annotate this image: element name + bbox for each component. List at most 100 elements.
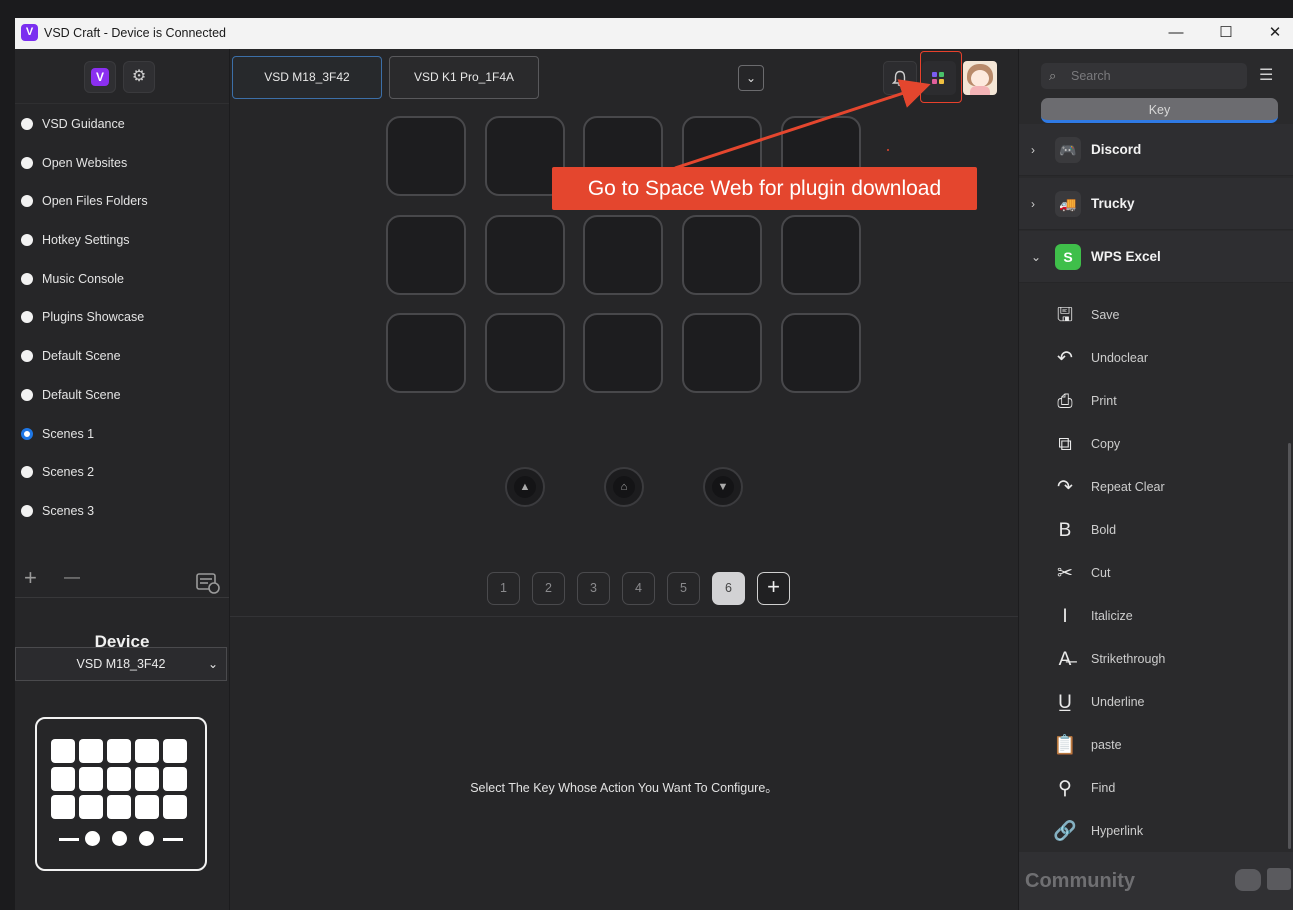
action-bold[interactable]: B Bold [1019, 509, 1293, 552]
page-up-knob[interactable]: ▲ [505, 467, 545, 507]
action-undoclear[interactable]: ↶ Undoclear [1019, 337, 1293, 380]
action-repeat-clear[interactable]: ↷ Repeat Clear [1019, 466, 1293, 509]
page-down-knob[interactable]: ▼ [703, 467, 743, 507]
home-knob[interactable]: ⌂ [604, 467, 644, 507]
scene-radio[interactable] [21, 427, 33, 440]
trucky-icon: 🚚 [1055, 191, 1081, 217]
tab-key[interactable]: Key [1041, 98, 1278, 123]
list-view-icon[interactable]: ☰ [1259, 65, 1273, 85]
scene-item[interactable]: Plugins Showcase [15, 298, 229, 337]
notification-button[interactable] [883, 61, 917, 95]
close-button[interactable]: ✕ [1263, 23, 1287, 43]
vsd-logo-icon: V [91, 68, 109, 86]
preview-key [79, 795, 103, 819]
minimize-button[interactable]: — [1164, 23, 1188, 43]
action-strikethrough[interactable]: A̶ Strikethrough [1019, 638, 1293, 681]
scene-item[interactable]: Open Websites [15, 144, 229, 183]
scene-radio[interactable] [21, 388, 33, 401]
category-wps-excel[interactable]: ⌄ S WPS Excel [1019, 231, 1293, 283]
action-print[interactable]: ⎙ Print [1019, 380, 1293, 423]
scene-radio[interactable] [21, 466, 33, 479]
action-save[interactable]: 🖫 Save [1019, 294, 1293, 337]
scene-label: Open Files Folders [42, 194, 148, 209]
app-window: V VSD Craft - Device is Connected — ☐ ✕ … [15, 18, 1293, 910]
device-select[interactable]: VSD M18_3F42 ⌄ [15, 647, 227, 681]
page-button-5[interactable]: 5 [667, 572, 700, 605]
vsd-home-button[interactable]: V [84, 61, 116, 93]
page-button-2[interactable]: 2 [532, 572, 565, 605]
action-hyperlink[interactable]: 🔗 Hyperlink [1019, 810, 1293, 853]
scene-item[interactable]: VSD Guidance [15, 105, 229, 144]
add-page-button[interactable]: + [757, 572, 790, 605]
scene-item[interactable]: Scenes 1 [15, 415, 229, 454]
key-slot[interactable] [485, 313, 565, 393]
community-footer[interactable]: Community [1019, 852, 1293, 910]
scene-item[interactable]: Music Console [15, 260, 229, 299]
page-button-3[interactable]: 3 [577, 572, 610, 605]
scene-radio[interactable] [21, 504, 33, 517]
device-dropdown-button[interactable]: ⌄ [738, 65, 764, 91]
cut-icon: ✂ [1057, 563, 1073, 584]
action-italicize[interactable]: I Italicize [1019, 595, 1293, 638]
key-slot[interactable] [386, 313, 466, 393]
page-button-6[interactable]: 6 [712, 572, 745, 605]
preview-key [79, 739, 103, 763]
scene-manager-icon[interactable] [196, 572, 220, 594]
scene-item[interactable]: Default Scene [15, 376, 229, 415]
maximize-button[interactable]: ☐ [1214, 23, 1238, 43]
device-tab-m18[interactable]: VSD M18_3F42 [232, 56, 382, 99]
remove-scene-button[interactable]: — [64, 569, 80, 587]
user-avatar[interactable] [963, 61, 997, 95]
preview-key [135, 739, 159, 763]
scene-radio[interactable] [21, 195, 33, 208]
preview-key [135, 767, 159, 791]
scene-radio[interactable] [21, 350, 33, 363]
action-scrollbar[interactable] [1288, 443, 1291, 849]
underline-icon: U̲ [1058, 692, 1072, 713]
scene-item[interactable]: Scenes 2 [15, 453, 229, 492]
add-scene-button[interactable]: + [24, 565, 37, 591]
key-slot[interactable] [386, 215, 466, 295]
message-icon[interactable] [1267, 868, 1291, 890]
scene-radio[interactable] [21, 234, 33, 247]
key-slot[interactable] [682, 313, 762, 393]
device-key-grid [51, 739, 187, 819]
action-label: Underline [1091, 695, 1145, 709]
scene-item[interactable]: Default Scene [15, 337, 229, 376]
discord-icon[interactable] [1235, 869, 1261, 891]
settings-button[interactable]: ⚙ [123, 61, 155, 93]
device-tab-k1-pro[interactable]: VSD K1 Pro_1F4A [389, 56, 539, 99]
key-slot[interactable] [485, 215, 565, 295]
scene-item[interactable]: Scenes 3 [15, 492, 229, 531]
scene-radio[interactable] [21, 272, 33, 285]
action-label: Print [1091, 394, 1117, 408]
key-slot[interactable] [781, 313, 861, 393]
scene-item[interactable]: Open Files Folders [15, 182, 229, 221]
page-button-4[interactable]: 4 [622, 572, 655, 605]
key-slot[interactable] [781, 215, 861, 295]
page-button-1[interactable]: 1 [487, 572, 520, 605]
action-copy[interactable]: ⧉ Copy [1019, 423, 1293, 466]
preview-key [51, 739, 75, 763]
key-slot[interactable] [583, 215, 663, 295]
scene-list: VSD Guidance Open Websites Open Files Fold… [15, 105, 229, 531]
scene-radio[interactable] [21, 118, 33, 130]
strikethrough-icon: A̶ [1058, 649, 1072, 670]
editor-divider [230, 616, 1018, 617]
action-underline[interactable]: U̲ Underline [1019, 681, 1293, 724]
action-find[interactable]: ⚲ Find [1019, 767, 1293, 810]
action-label: Find [1091, 781, 1116, 795]
action-cut[interactable]: ✂ Cut [1019, 552, 1293, 595]
search-input[interactable]: ⌕ Search [1041, 63, 1247, 89]
key-slot[interactable] [386, 116, 466, 196]
key-slot[interactable] [583, 313, 663, 393]
category-trucky[interactable]: › 🚚 Trucky [1019, 178, 1293, 230]
category-discord[interactable]: › 🎮 Discord [1019, 124, 1293, 176]
scene-radio[interactable] [21, 156, 33, 169]
scene-radio[interactable] [21, 311, 33, 324]
action-paste[interactable]: 📋 paste [1019, 724, 1293, 767]
app-logo-icon: V [21, 24, 38, 41]
scene-item[interactable]: Hotkey Settings [15, 221, 229, 260]
community-label: Community [1025, 870, 1135, 892]
key-slot[interactable] [682, 215, 762, 295]
